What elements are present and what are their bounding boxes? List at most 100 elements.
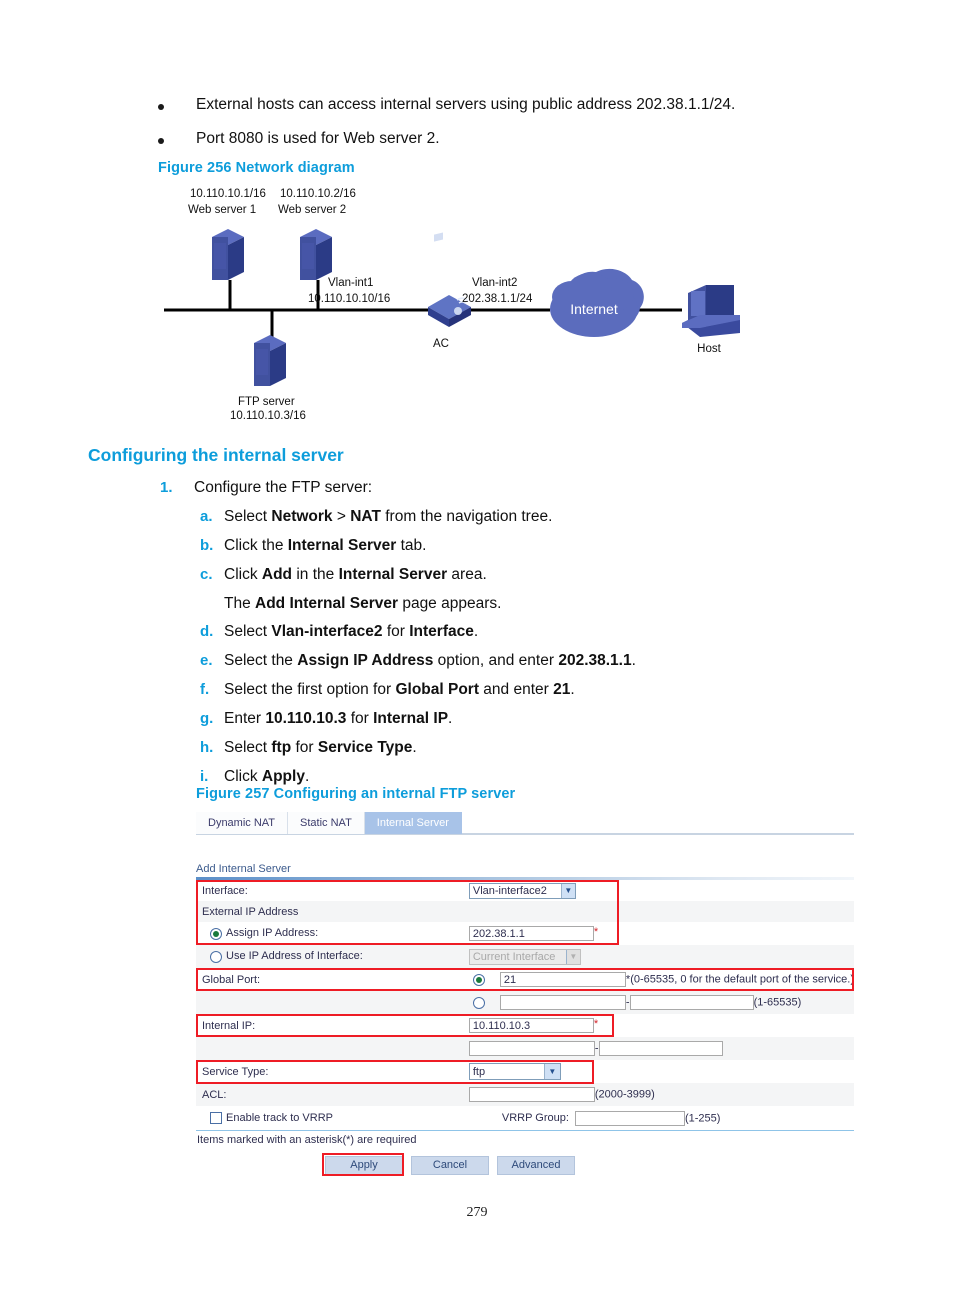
tab-dynamic-nat[interactable]: Dynamic NAT bbox=[196, 812, 289, 834]
service-type-label: Service Type: bbox=[202, 1065, 269, 1078]
vlan-int1-ip: 10.110.10.10/16 bbox=[308, 293, 390, 305]
enable-track-vrrp-checkbox[interactable] bbox=[210, 1112, 222, 1125]
use-interface-ip-label: Use IP Address of Interface: bbox=[226, 950, 363, 963]
bullet-text: Port 8080 is used for Web server 2. bbox=[196, 129, 440, 147]
ftp-server-icon bbox=[254, 335, 286, 386]
external-ip-label: External IP Address bbox=[202, 905, 299, 918]
internal-ip-range-end-input[interactable] bbox=[598, 1041, 723, 1056]
acl-input[interactable] bbox=[468, 1087, 595, 1102]
port-range-end-input[interactable] bbox=[629, 995, 754, 1010]
vlan-int2-name: Vlan-int2 bbox=[472, 277, 517, 289]
internal-ip-label: Internal IP: bbox=[202, 1019, 256, 1032]
substep-text: Select the Assign IP Address option, and… bbox=[224, 651, 636, 669]
tab-static-nat[interactable]: Static NAT bbox=[288, 812, 365, 834]
list-item: Port 8080 is used for Web server 2. bbox=[158, 129, 858, 150]
service-type-select[interactable]: ftp ▼ bbox=[468, 1063, 561, 1080]
assign-ip-radio[interactable] bbox=[210, 927, 222, 940]
substep-letter: g. bbox=[200, 709, 214, 727]
chevron-down-icon: ▼ bbox=[543, 1064, 560, 1079]
substep-letter: i. bbox=[200, 768, 209, 786]
nat-config-screenshot: Dynamic NAT Static NAT Internal Server A… bbox=[196, 812, 854, 1176]
advanced-button[interactable]: Advanced bbox=[497, 1156, 575, 1175]
network-diagram: Internet 10.110.10.1/16 Web server 1 10.… bbox=[160, 185, 800, 420]
substep-text: Click Apply. bbox=[224, 768, 310, 786]
web-server-1-name: Web server 1 bbox=[188, 204, 256, 216]
global-port-single-radio[interactable] bbox=[472, 973, 485, 986]
port-range-start-input[interactable] bbox=[499, 995, 626, 1010]
internal-server-form: Interface: Vlan-interface2 ▼ External IP… bbox=[196, 880, 854, 1130]
row-internal-ip: Internal IP: 10.110.10.3 * bbox=[196, 1014, 854, 1037]
substep-note: The Add Internal Server page appears. bbox=[224, 594, 502, 612]
tab-bar: Dynamic NAT Static NAT Internal Server bbox=[196, 812, 854, 835]
vlan-int1-name: Vlan-int1 bbox=[328, 277, 373, 289]
substep-text: Click the Internal Server tab. bbox=[224, 537, 427, 555]
current-interface-value: Current Interface bbox=[472, 950, 556, 963]
row-internal-ip-range: - bbox=[196, 1037, 854, 1060]
interface-select[interactable]: Vlan-interface2 ▼ bbox=[468, 882, 576, 899]
form-button-row: Apply Cancel Advanced bbox=[196, 1153, 854, 1176]
substep-text: Select ftp for Service Type. bbox=[224, 739, 417, 757]
global-port-range-radio[interactable] bbox=[472, 996, 485, 1009]
internal-ip-input[interactable]: 10.110.10.3 bbox=[468, 1018, 594, 1033]
assign-ip-label: Assign IP Address: bbox=[226, 927, 319, 940]
tab-internal-server[interactable]: Internal Server bbox=[364, 812, 462, 834]
host-label: Host bbox=[697, 343, 721, 355]
internal-ip-range-start-input[interactable] bbox=[468, 1041, 595, 1056]
substep-letter: a. bbox=[200, 508, 213, 526]
step-number: 1. bbox=[160, 479, 173, 496]
substep-letter: d. bbox=[200, 622, 214, 640]
vlan-int2-ip: 202.38.1.1/24 bbox=[462, 293, 533, 305]
row-interface: Interface: Vlan-interface2 ▼ bbox=[196, 880, 854, 901]
cancel-button[interactable]: Cancel bbox=[411, 1156, 489, 1175]
substep-text: Click Add in the Internal Server area. bbox=[224, 566, 487, 584]
acl-label: ACL: bbox=[202, 1088, 227, 1101]
row-global-port: Global Port: 21 *(0-65535, 0 for the defa… bbox=[196, 968, 854, 991]
ftp-server-name: FTP server bbox=[238, 396, 295, 408]
ac-device-icon bbox=[428, 232, 471, 327]
ftp-server-ip: 10.110.10.3/16 bbox=[230, 410, 306, 420]
page-number: 279 bbox=[466, 1205, 488, 1220]
form-bottom-divider bbox=[196, 1130, 854, 1131]
substep-b: b. Click the Internal Server tab. bbox=[200, 536, 860, 556]
substep-d: d. Select Vlan-interface2 for Interface. bbox=[200, 622, 860, 642]
row-service-type: Service Type: ftp ▼ bbox=[196, 1060, 854, 1083]
substep-i: i. Click Apply. bbox=[200, 767, 860, 787]
vrrp-hint: (1-255) bbox=[684, 1111, 721, 1124]
web-server-2-ip: 10.110.10.2/16 bbox=[280, 188, 356, 200]
row-port-range: - (1-65535) bbox=[196, 991, 854, 1014]
use-interface-ip-radio[interactable] bbox=[210, 950, 222, 963]
web-server-1-ip: 10.110.10.1/16 bbox=[190, 188, 266, 200]
service-type-value: ftp bbox=[472, 1065, 486, 1078]
chevron-down-icon: ▼ bbox=[560, 883, 575, 898]
global-port-label: Global Port: bbox=[202, 973, 261, 986]
substep-list: a. Select Network > NAT from the navigati… bbox=[200, 507, 860, 787]
substep-h: h. Select ftp for Service Type. bbox=[200, 738, 860, 758]
substep-letter: h. bbox=[200, 739, 214, 757]
interface-select-value: Vlan-interface2 bbox=[472, 884, 547, 897]
figure-257-caption: Figure 257 Configuring an internal FTP s… bbox=[196, 786, 516, 802]
row-external-ip-header: External IP Address bbox=[196, 901, 854, 922]
intro-bullet-list: External hosts can access internal serve… bbox=[158, 95, 858, 163]
list-item: External hosts can access internal serve… bbox=[158, 95, 858, 116]
step-text: Configure the FTP server: bbox=[194, 479, 373, 496]
assign-ip-input[interactable]: 202.38.1.1 bbox=[468, 926, 594, 941]
form-container: Interface: Vlan-interface2 ▼ External IP… bbox=[196, 880, 854, 1176]
apply-button[interactable]: Apply bbox=[325, 1156, 403, 1175]
web-server-2-name: Web server 2 bbox=[278, 204, 346, 216]
substep-c: c. Click Add in the Internal Server area. bbox=[200, 565, 860, 585]
bullet-dot-icon bbox=[158, 137, 164, 144]
global-port-hint: *(0-65535, 0 for the default port of the… bbox=[625, 973, 854, 986]
global-port-input[interactable]: 21 bbox=[499, 972, 626, 987]
required-asterisk: * bbox=[593, 926, 599, 938]
page-title: Configuring the internal server bbox=[88, 445, 344, 465]
vrrp-group-input[interactable] bbox=[574, 1110, 685, 1126]
procedure-steps: 1. Configure the FTP server: a. Select Ne… bbox=[160, 478, 860, 796]
substep-text: Select Vlan-interface2 for Interface. bbox=[224, 622, 479, 640]
bullet-dot-icon bbox=[158, 104, 164, 110]
substep-letter: f. bbox=[200, 680, 210, 698]
substep-text: Select Network > NAT from the navigation… bbox=[224, 508, 553, 526]
substep-letter: e. bbox=[200, 651, 213, 669]
required-asterisk: * bbox=[593, 1018, 599, 1030]
enable-track-vrrp-label: Enable track to VRRP bbox=[226, 1111, 333, 1124]
substep-letter: b. bbox=[200, 537, 214, 555]
